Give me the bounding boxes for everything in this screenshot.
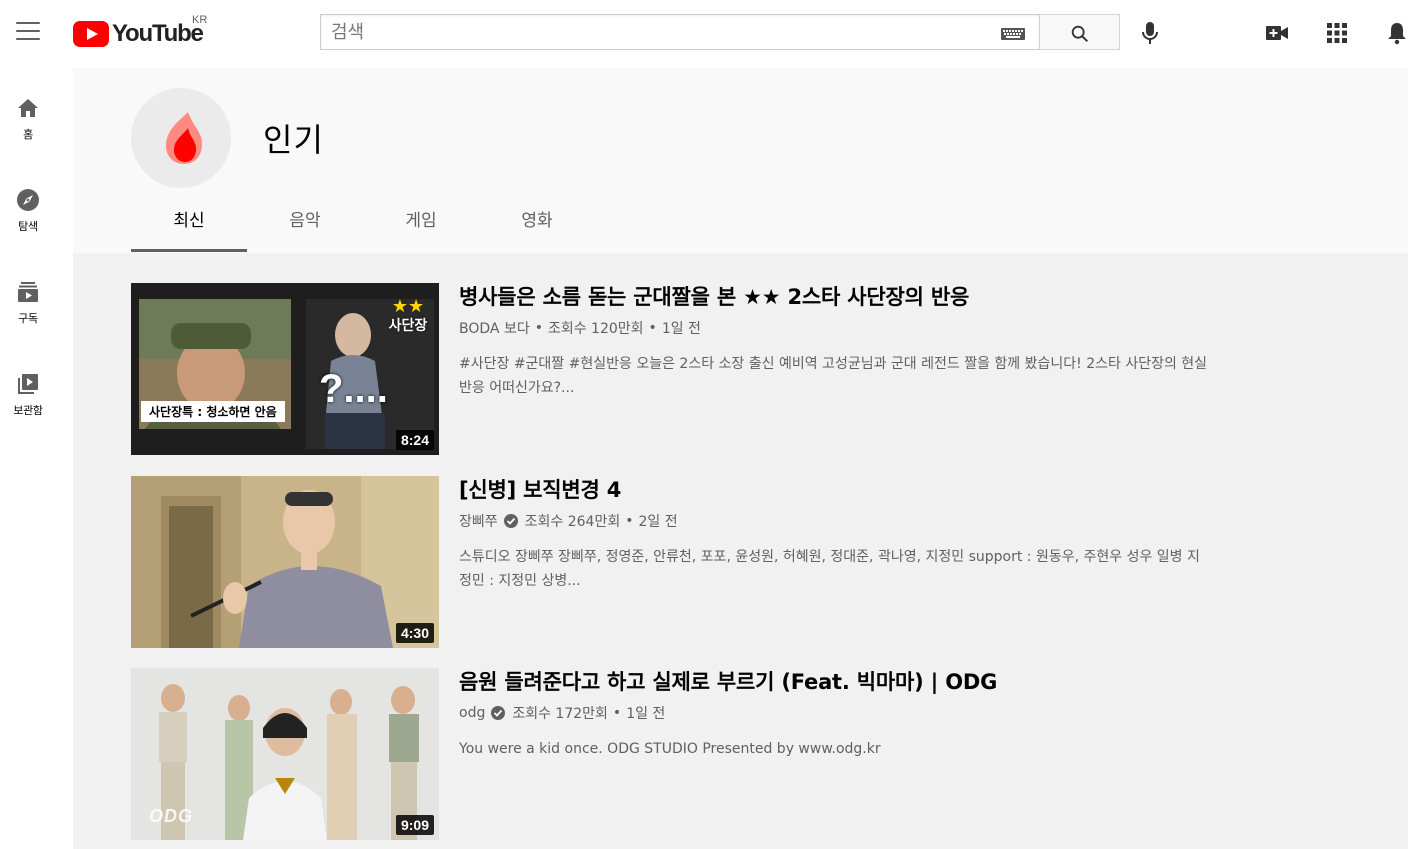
country-code: KR (192, 14, 208, 26)
video-description: #사단장 #군대짤 #현실반응 오늘은 2스타 소장 출신 예비역 고성균님과 … (459, 356, 1208, 396)
apps-grid-icon[interactable] (1325, 21, 1349, 45)
thumbnail-badge: ★★ 사단장 (383, 297, 433, 335)
logo-text: YouTube (112, 20, 204, 47)
meta-separator: • (625, 513, 634, 529)
tab-movies[interactable]: 영화 (479, 193, 595, 251)
trending-avatar (131, 88, 231, 188)
nav-item-home[interactable]: 홈 (0, 96, 56, 166)
thumbnail-badge-text: 사단장 (388, 318, 428, 334)
video-info: 음원 들려준다고 하고 실제로 부르기 (Feat. 빅마마) | ODG od… (459, 668, 1219, 761)
view-count: 조회수 120만회 (547, 321, 644, 337)
nav-item-library[interactable]: 보관함 (0, 372, 56, 442)
nav-label-explore: 탐색 (18, 220, 38, 233)
verified-badge-icon (491, 706, 506, 720)
explore-icon (17, 189, 39, 211)
video-duration: 8:24 (395, 430, 434, 450)
tab-music[interactable]: 음악 (247, 193, 363, 251)
video-meta: odg 조회수 172만회 • 1일 전 (459, 703, 1219, 723)
keyboard-icon[interactable] (1001, 28, 1025, 40)
star-rank-icon: ★★ (391, 296, 425, 316)
library-icon (18, 374, 38, 394)
nav-label-library: 보관함 (13, 404, 43, 417)
trending-flame-icon (166, 112, 202, 164)
odg-watermark: ODG (149, 806, 194, 826)
search-icon (1071, 25, 1089, 43)
nav-label-home: 홈 (23, 128, 33, 141)
notifications-bell-icon[interactable] (1385, 21, 1408, 45)
video-description: 스튜디오 장삐쭈 장삐쭈, 정영준, 안류천, 포포, 윤성원, 허혜원, 정대… (459, 549, 1200, 589)
thumbnail-overlay-text: ?.... (319, 367, 388, 411)
trending-header: 인기 최신 음악 게임 영화 (73, 68, 1408, 253)
meta-separator: • (612, 705, 622, 721)
upload-age: 1일 전 (626, 706, 666, 722)
search-button[interactable] (1039, 14, 1120, 50)
video-meta: BODA 보다 • 조회수 120만회 • 1일 전 (459, 318, 1219, 338)
view-count: 조회수 264만회 (524, 514, 621, 530)
verified-badge-icon (503, 514, 518, 528)
video-duration: 9:09 (395, 815, 434, 835)
view-count: 조회수 172만회 (512, 706, 608, 722)
video-title[interactable]: 병사들은 소름 돋는 군대짤을 본 ★★ 2스타 사단장의 반응 (459, 283, 1219, 311)
video-meta: 장삐쭈 조회수 264만회 • 2일 전 (459, 511, 1219, 531)
video-thumbnail[interactable]: ODG 9:09 (131, 668, 439, 840)
channel-name[interactable]: odg (459, 705, 485, 721)
menu-icon[interactable] (16, 22, 40, 42)
video-item: 4:30 [신병] 보직변경 4 장삐쭈 조회수 264만회 • 2일 전 스튜… (131, 476, 1231, 648)
top-bar: YouTube KR (0, 0, 1408, 68)
search-box (320, 14, 1039, 50)
video-info: 병사들은 소름 돋는 군대짤을 본 ★★ 2스타 사단장의 반응 BODA 보다… (459, 283, 1219, 400)
search-input[interactable] (321, 15, 991, 49)
meta-separator: • (648, 320, 657, 336)
tab-bar: 최신 음악 게임 영화 (131, 193, 595, 253)
youtube-logo[interactable]: YouTube (73, 18, 204, 50)
video-list: ★★ 사단장 ?.... 사단장특 : 청소하면 안음 8:24 병사들은 소름… (73, 253, 1408, 849)
nav-label-subscriptions: 구독 (18, 312, 38, 325)
upload-age: 2일 전 (638, 514, 678, 530)
tab-gaming[interactable]: 게임 (363, 193, 479, 251)
nav-item-subscriptions[interactable]: 구독 (0, 280, 56, 350)
video-title[interactable]: 음원 들려준다고 하고 실제로 부르기 (Feat. 빅마마) | ODG (459, 668, 1219, 696)
video-description: You were a kid once. ODG STUDIO Presente… (459, 741, 881, 757)
create-video-icon[interactable] (1265, 21, 1289, 45)
meta-separator: • (534, 320, 543, 336)
tab-latest[interactable]: 최신 (131, 193, 247, 252)
video-thumbnail[interactable]: ★★ 사단장 ?.... 사단장특 : 청소하면 안음 8:24 (131, 283, 439, 455)
channel-name[interactable]: BODA 보다 (459, 318, 530, 338)
video-title[interactable]: [신병] 보직변경 4 (459, 476, 1219, 504)
microphone-icon[interactable] (1138, 20, 1162, 46)
home-icon (18, 99, 38, 117)
thumbnail-image (131, 476, 439, 648)
upload-age: 1일 전 (661, 321, 701, 337)
left-nav: 홈 탐색 구독 보관함 (0, 68, 73, 849)
youtube-play-icon (73, 21, 109, 47)
video-duration: 4:30 (395, 623, 434, 643)
nav-item-explore[interactable]: 탐색 (0, 188, 56, 258)
video-thumbnail[interactable]: 4:30 (131, 476, 439, 648)
page-title: 인기 (263, 121, 324, 159)
video-info: [신병] 보직변경 4 장삐쭈 조회수 264만회 • 2일 전 스튜디오 장삐… (459, 476, 1219, 593)
thumbnail-caption: 사단장특 : 청소하면 안음 (141, 401, 285, 422)
video-item: ★★ 사단장 ?.... 사단장특 : 청소하면 안음 8:24 병사들은 소름… (131, 283, 1231, 455)
video-item: ODG 9:09 음원 들려준다고 하고 실제로 부르기 (Feat. 빅마마)… (131, 668, 1231, 840)
subscriptions-icon (18, 282, 38, 302)
channel-name[interactable]: 장삐쭈 (459, 511, 498, 531)
